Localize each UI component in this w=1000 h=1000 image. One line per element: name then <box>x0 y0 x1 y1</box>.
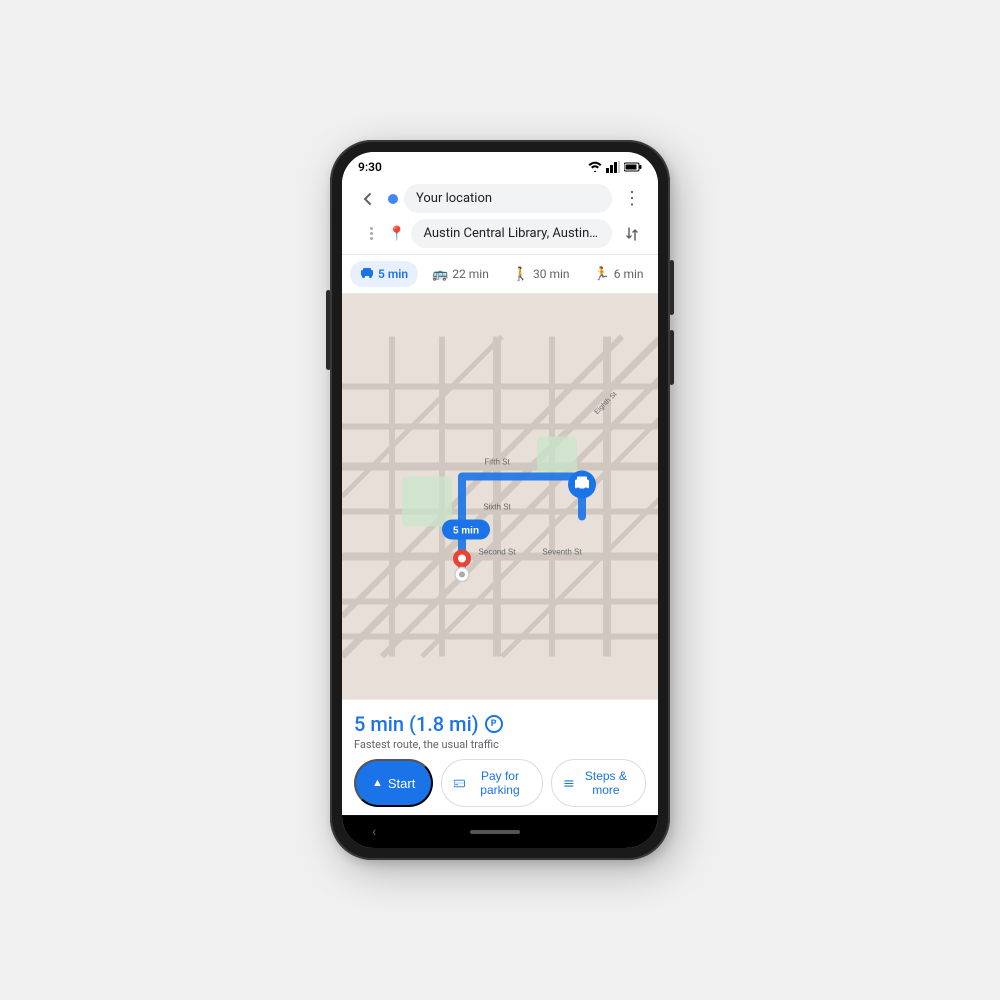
signal-icon <box>606 161 620 173</box>
origin-dot-blue <box>388 194 398 204</box>
volume-up-button[interactable] <box>670 260 674 315</box>
car-tab-icon <box>360 266 374 278</box>
route-time-row: 5 min (1.8 mi) P <box>354 712 646 736</box>
status-icons <box>588 161 642 173</box>
swap-icon <box>624 226 640 242</box>
wifi-icon <box>588 161 602 173</box>
driving-time: 5 min <box>378 267 408 281</box>
more-options-button[interactable]: ⋮ <box>618 185 646 213</box>
driving-icon <box>360 266 374 282</box>
bottom-nav: ‹ <box>342 815 658 848</box>
nav-home-pill[interactable] <box>470 830 520 834</box>
battery-icon <box>624 162 642 172</box>
svg-text:Fifth St: Fifth St <box>484 458 510 467</box>
tab-transit[interactable]: 🚌 22 min <box>422 262 499 287</box>
destination-row: 📍 Austin Central Library, Austin P... <box>354 219 646 248</box>
back-button[interactable] <box>354 185 382 213</box>
parking-card-icon <box>454 778 464 789</box>
svg-text:Second St: Second St <box>479 548 517 557</box>
pay-for-parking-button[interactable]: Pay for parking <box>441 759 543 807</box>
start-icon: ▲ <box>372 777 383 789</box>
parking-label: Pay for parking <box>470 769 530 797</box>
origin-row: Your location ⋮ <box>354 184 646 213</box>
power-button[interactable] <box>326 290 330 370</box>
status-time: 9:30 <box>358 160 382 174</box>
nav-header: Your location ⋮ 📍 Austin Central Library… <box>342 178 658 255</box>
status-bar: 9:30 <box>342 152 658 178</box>
swap-directions-button[interactable] <box>618 220 646 248</box>
steps-icon <box>564 778 574 789</box>
back-nav-button[interactable]: ‹ <box>372 824 376 840</box>
tab-driving[interactable]: 5 min <box>350 261 418 287</box>
map-svg: Fifth St Sixth St Second St Seventh St E… <box>342 294 658 699</box>
more-icon: ⋮ <box>623 188 641 209</box>
svg-text:Seventh St: Seventh St <box>542 548 582 557</box>
steps-more-button[interactable]: Steps & more <box>551 759 646 807</box>
transit-time: 22 min <box>452 267 489 281</box>
transit-icon: 🚌 <box>432 267 448 282</box>
map-area[interactable]: Fifth St Sixth St Second St Seventh St E… <box>342 294 658 699</box>
route-info: 5 min (1.8 mi) P Fastest route, the usua… <box>354 712 646 751</box>
volume-down-button[interactable] <box>670 330 674 385</box>
svg-text:Sixth St: Sixth St <box>483 503 511 512</box>
phone-screen: 9:30 <box>342 152 658 848</box>
toll-icon: P <box>485 715 503 733</box>
route-description: Fastest route, the usual traffic <box>354 738 646 751</box>
run-time: 6 min <box>614 267 644 281</box>
connector-dots <box>354 227 382 240</box>
route-duration: 5 min (1.8 mi) <box>354 712 479 736</box>
svg-text:5 min: 5 min <box>453 526 479 537</box>
tab-walk[interactable]: 🚶 30 min <box>503 262 580 287</box>
walk-icon: 🚶 <box>513 267 529 282</box>
walk-time: 30 min <box>533 267 570 281</box>
phone-device: 9:30 <box>330 140 670 860</box>
start-label: Start <box>388 776 415 791</box>
steps-label: Steps & more <box>579 769 633 797</box>
start-button[interactable]: ▲ Start <box>354 759 433 807</box>
transport-tabs: 5 min 🚌 22 min 🚶 30 min 🏃 6 min 🚲 10 m <box>342 255 658 294</box>
bottom-panel: 5 min (1.8 mi) P Fastest route, the usua… <box>342 699 658 815</box>
tab-run[interactable]: 🏃 6 min <box>584 262 654 287</box>
origin-input[interactable]: Your location <box>404 184 612 213</box>
back-arrow-icon <box>360 191 376 207</box>
destination-pin-icon: 📍 <box>388 226 405 242</box>
destination-input[interactable]: Austin Central Library, Austin P... <box>411 219 612 248</box>
action-buttons: ▲ Start Pay for parking <box>354 759 646 807</box>
run-icon: 🏃 <box>594 267 610 282</box>
